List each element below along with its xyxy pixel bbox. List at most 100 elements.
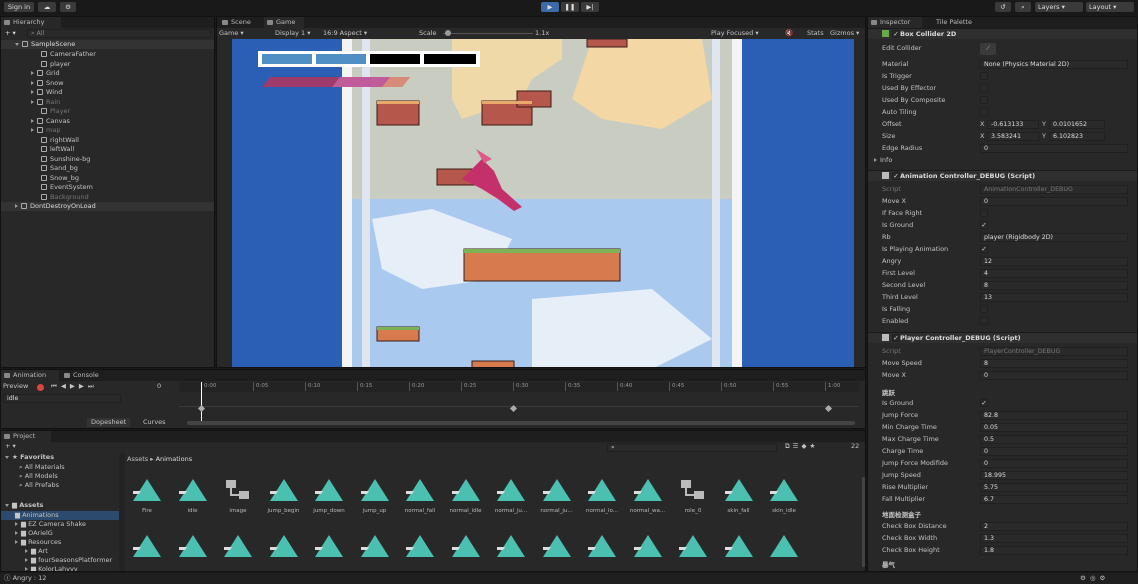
pause-button[interactable]: ❚❚: [561, 2, 579, 12]
inspector-value-field[interactable]: 1.3: [980, 534, 1128, 543]
asset-scrollbar[interactable]: [862, 477, 865, 567]
tab-game[interactable]: Game: [264, 17, 304, 28]
hierarchy-item[interactable]: Sunshine-bg: [1, 155, 214, 164]
record-icon[interactable]: [37, 384, 44, 391]
asset-item[interactable]: [628, 533, 668, 559]
folder-item[interactable]: ▆ EZ Camera Shake: [1, 520, 119, 529]
tree-splitter[interactable]: [119, 453, 125, 571]
hierarchy-item[interactable]: map: [1, 126, 214, 135]
component-enabled-checkbox[interactable]: ✓: [892, 172, 900, 180]
info-foldout[interactable]: Info: [874, 156, 892, 165]
folder-item[interactable]: ▆ fourSeasonsPlatformer: [1, 556, 119, 565]
inspector-value-field[interactable]: 1.8: [980, 546, 1128, 555]
used-effector-checkbox[interactable]: [980, 84, 988, 92]
tab-console[interactable]: Console: [61, 370, 109, 381]
add-button[interactable]: + ▾: [5, 29, 16, 38]
component-enabled-checkbox[interactable]: ✓: [892, 30, 900, 38]
asset-item[interactable]: [127, 533, 167, 559]
hierarchy-item[interactable]: Snow_bg: [1, 174, 214, 183]
favorite-item[interactable]: ⌕ All Prefabs: [19, 481, 59, 490]
game-viewport[interactable]: [232, 39, 854, 367]
asset-item[interactable]: normal_lo...: [582, 477, 622, 514]
cloud-icon[interactable]: ☁: [38, 2, 56, 12]
favorite-item[interactable]: ⌕ All Models: [19, 472, 58, 481]
inspector-checkbox[interactable]: ✓: [980, 399, 988, 407]
inspector-value-field[interactable]: player (Rigidbody 2D): [980, 233, 1128, 242]
filter-icons[interactable]: ⧉☰◆★: [785, 442, 818, 451]
inspector-checkbox[interactable]: [980, 317, 988, 325]
anim-controller-header[interactable]: Animation Controller_DEBUG (Script): [868, 170, 1137, 181]
hierarchy-item[interactable]: Background: [1, 193, 214, 202]
asset-item[interactable]: [719, 533, 759, 559]
component-enabled-checkbox[interactable]: ✓: [892, 334, 900, 342]
is-trigger-checkbox[interactable]: [980, 72, 988, 80]
hierarchy-item[interactable]: CameraFather: [1, 50, 214, 59]
status-icons[interactable]: ⚙◎⚙: [1080, 574, 1109, 583]
playback-controls[interactable]: ⏮◀▶▶⏭: [51, 382, 98, 391]
auto-tiling-checkbox[interactable]: [980, 108, 988, 116]
inspector-value-field[interactable]: 6.7: [980, 495, 1128, 504]
step-button[interactable]: ▶|: [581, 2, 599, 12]
search-icon[interactable]: ⌕: [1015, 2, 1031, 12]
scale-slider-knob[interactable]: [445, 30, 451, 36]
inspector-value-field[interactable]: 2: [980, 522, 1128, 531]
breadcrumb-leaf[interactable]: Animations: [156, 455, 193, 463]
folder-item[interactable]: ▆ OArielG: [1, 529, 119, 538]
stats-button[interactable]: Stats: [807, 29, 824, 38]
asset-item[interactable]: [446, 533, 486, 559]
asset-item[interactable]: [537, 533, 577, 559]
inspector-value-field[interactable]: 8: [980, 359, 1128, 368]
hierarchy-item[interactable]: leftWall: [1, 145, 214, 154]
asset-item[interactable]: idle: [173, 477, 213, 514]
player-controller-header[interactable]: Player Controller_DEBUG (Script): [868, 332, 1137, 343]
inspector-checkbox[interactable]: [980, 209, 988, 217]
hierarchy-item[interactable]: Grid: [1, 69, 214, 78]
dontdestroy-row[interactable]: DontDestroyOnLoad: [1, 202, 214, 211]
asset-item[interactable]: [764, 533, 804, 559]
inspector-checkbox[interactable]: ✓: [980, 245, 988, 253]
clip-dropdown[interactable]: idle: [3, 394, 121, 403]
history-icon[interactable]: ↺: [995, 2, 1011, 12]
breadcrumb-root[interactable]: Assets: [127, 455, 148, 463]
size-x-field[interactable]: 3.583241: [987, 132, 1039, 141]
asset-item[interactable]: [264, 533, 304, 559]
playhead[interactable]: [201, 382, 202, 422]
asset-item[interactable]: normal_wa...: [628, 477, 668, 514]
favorites-header[interactable]: ★ Favorites: [5, 453, 54, 462]
inspector-value-field[interactable]: 0: [980, 197, 1128, 206]
inspector-value-field[interactable]: 0: [980, 371, 1128, 380]
hierarchy-item[interactable]: rightWall: [1, 136, 214, 145]
favorite-item[interactable]: ⌕ All Materials: [19, 463, 65, 472]
layers-dropdown[interactable]: Layers ▾: [1035, 2, 1083, 12]
asset-item[interactable]: skin_idle: [764, 477, 804, 514]
create-button[interactable]: + ▾: [5, 442, 16, 451]
dopesheet-button[interactable]: Dopesheet: [87, 418, 131, 427]
hierarchy-item[interactable]: Sand_bg: [1, 164, 214, 173]
tab-animation[interactable]: Animation: [1, 370, 59, 381]
asset-item[interactable]: image: [218, 477, 258, 514]
hierarchy-item[interactable]: player: [1, 60, 214, 69]
asset-item[interactable]: [218, 533, 258, 559]
inspector-value-field[interactable]: 18.995: [980, 471, 1128, 480]
hierarchy-item[interactable]: Player: [1, 107, 214, 116]
inspector-value-field[interactable]: 12: [980, 257, 1128, 266]
asset-item[interactable]: [673, 533, 713, 559]
curves-button[interactable]: Curves: [139, 418, 170, 427]
inspector-checkbox[interactable]: [980, 305, 988, 313]
play-focused-dropdown[interactable]: Play Focused ▾: [711, 29, 759, 38]
asset-item[interactable]: [491, 533, 531, 559]
gizmos-dropdown[interactable]: Gizmos ▾: [830, 29, 859, 38]
edit-collider-button[interactable]: ⟋: [980, 43, 996, 55]
box-collider-header[interactable]: Box Collider 2D: [868, 28, 1137, 39]
inspector-value-field[interactable]: 4: [980, 269, 1128, 278]
inspector-value-field[interactable]: 13: [980, 293, 1128, 302]
asset-item[interactable]: jump_up: [355, 477, 395, 514]
asset-item[interactable]: Fire: [127, 477, 167, 514]
asset-item[interactable]: jump_begin: [264, 477, 304, 514]
tab-inspector[interactable]: Inspector: [868, 17, 922, 28]
hierarchy-item[interactable]: Snow: [1, 79, 214, 88]
asset-item[interactable]: [355, 533, 395, 559]
offset-y-field[interactable]: 0.0101652: [1049, 120, 1105, 129]
asset-item[interactable]: [309, 533, 349, 559]
project-search-input[interactable]: ⌕: [607, 443, 777, 452]
